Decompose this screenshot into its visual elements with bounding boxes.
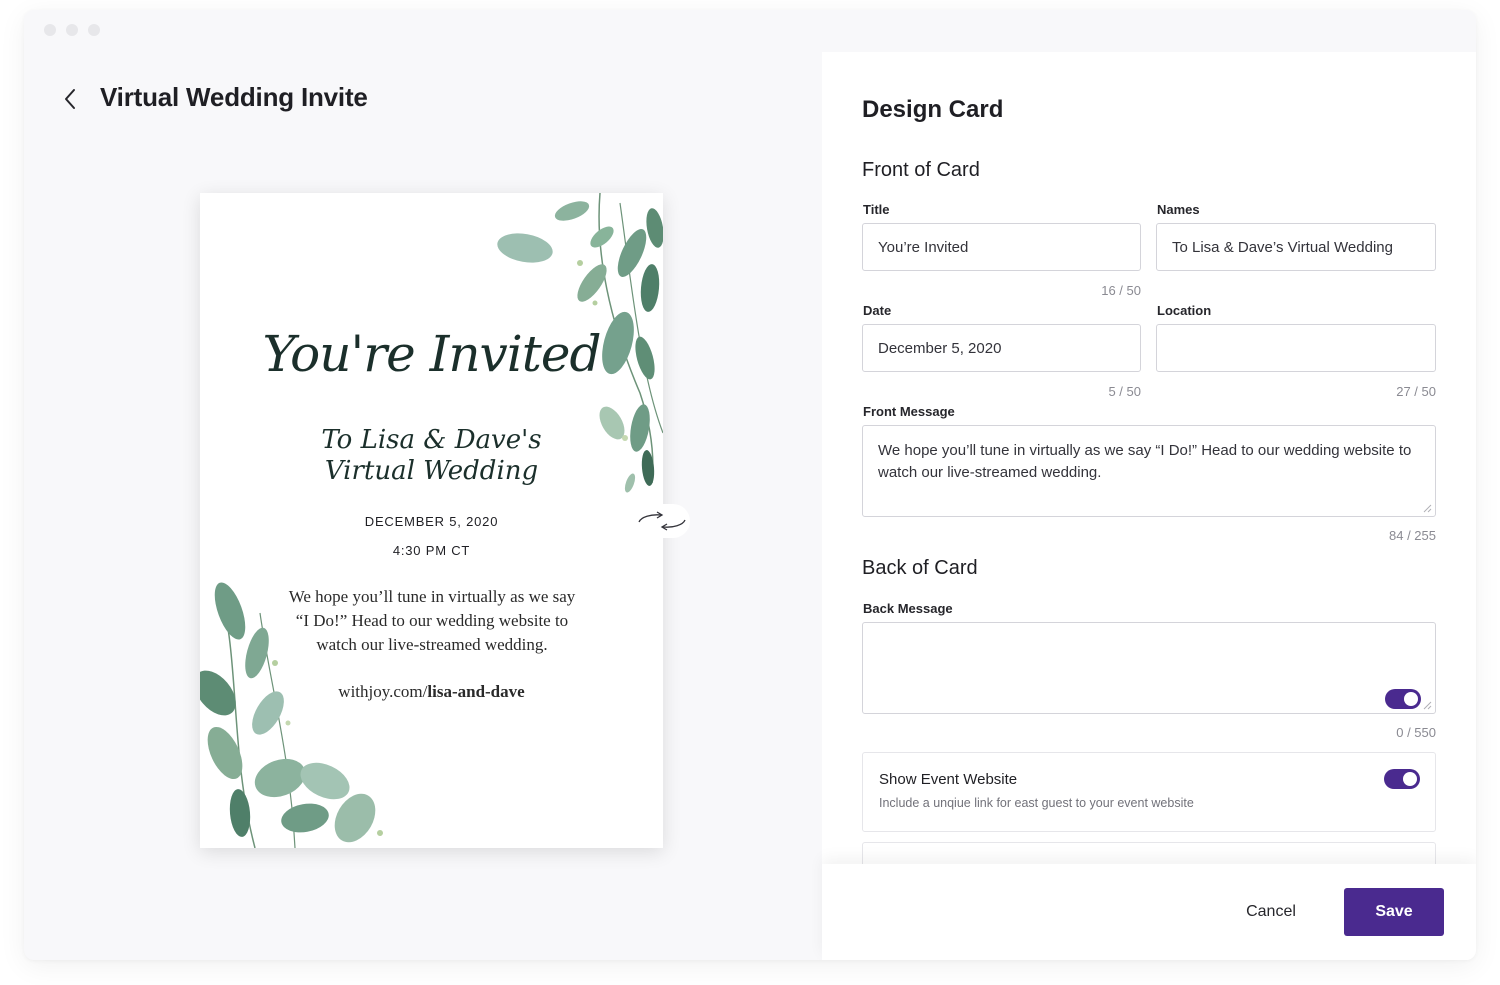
show-event-website-option: Show Event Website Include a unqiue link… — [862, 752, 1436, 832]
title-input[interactable]: You’re Invited — [862, 223, 1141, 271]
location-field-label: Location — [1157, 303, 1212, 318]
panel-footer: Cancel Save — [822, 864, 1476, 960]
date-field-label: Date — [863, 303, 892, 318]
flip-card-button[interactable] — [634, 504, 690, 538]
toggle-knob — [1403, 772, 1417, 786]
card-url-prefix: withjoy.com/ — [338, 682, 428, 701]
card-date-text: DECEMBER 5, 2020 — [364, 514, 499, 529]
back-message-label: Back Message — [863, 601, 953, 616]
front-message-label: Front Message — [863, 404, 955, 419]
card-time-text: 4:30 PM CT — [392, 543, 471, 558]
card-message-text: We hope you’ll tune in virtually as we s… — [288, 587, 576, 654]
app-window: Virtual Wedding Invite You're Invited To… — [24, 10, 1476, 960]
front-message-char-counter: 84 / 255 — [1389, 528, 1436, 543]
location-char-counter: 27 / 50 — [1396, 384, 1436, 399]
back-button[interactable] — [58, 84, 82, 114]
front-of-card-heading: Front of Card — [862, 159, 980, 181]
resize-handle-icon[interactable] — [1422, 503, 1432, 513]
card-title-text: You're Invited — [262, 325, 602, 383]
card-names-text: To Lisa & Dave's Virtual Wedding — [321, 425, 542, 486]
show-event-website-toggle[interactable] — [1384, 769, 1420, 789]
window-maximize-dot[interactable] — [88, 24, 100, 36]
date-char-counter: 5 / 50 — [1108, 384, 1141, 399]
resize-handle-icon[interactable] — [1422, 700, 1432, 710]
panel-title: Design Card — [862, 96, 1004, 123]
rotate-arrows-icon — [638, 511, 686, 531]
cancel-button[interactable]: Cancel — [1226, 899, 1316, 925]
date-input[interactable]: December 5, 2020 — [862, 324, 1141, 372]
back-message-textarea[interactable] — [862, 622, 1436, 714]
card-preview: You're Invited To Lisa & Dave's Virtual … — [200, 193, 663, 848]
title-char-counter: 16 / 50 — [1101, 283, 1141, 298]
names-input[interactable]: To Lisa & Dave’s Virtual Wedding — [1156, 223, 1436, 271]
back-of-card-heading: Back of Card — [862, 557, 978, 579]
page-title: Virtual Wedding Invite — [100, 82, 368, 112]
window-controls — [44, 24, 100, 36]
window-close-dot[interactable] — [44, 24, 56, 36]
option-title: Show Event Website — [879, 771, 1018, 788]
card-website-url: withjoy.com/lisa-and-dave — [200, 682, 663, 702]
front-message-text: We hope you’ll tune in virtually as we s… — [878, 442, 1412, 481]
toggle-knob — [1404, 692, 1418, 706]
option-description: Include a unqiue link for east guest to … — [879, 796, 1194, 810]
design-card-panel: Design Card Front of Card Title You’re I… — [822, 52, 1476, 960]
card-url-slug: lisa-and-dave — [427, 682, 525, 701]
title-field-label: Title — [863, 202, 890, 217]
chevron-left-icon — [65, 89, 75, 109]
location-input[interactable] — [1156, 324, 1436, 372]
back-message-toggle[interactable] — [1385, 689, 1421, 709]
window-minimize-dot[interactable] — [66, 24, 78, 36]
save-button[interactable]: Save — [1344, 888, 1444, 936]
back-message-char-counter: 0 / 550 — [1396, 725, 1436, 740]
front-message-textarea[interactable]: We hope you’ll tune in virtually as we s… — [862, 425, 1436, 517]
names-field-label: Names — [1157, 202, 1200, 217]
